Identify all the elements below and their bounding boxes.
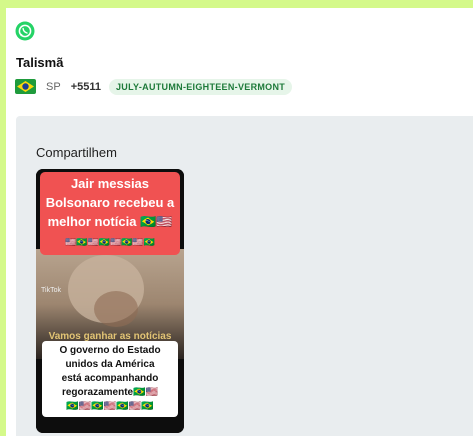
whatsapp-icon	[15, 21, 35, 41]
contact-tag-badge[interactable]: JULY-AUTUMN-EIGHTEEN-VERMONT	[108, 78, 293, 95]
contact-name: Talismã	[16, 55, 64, 70]
message-panel: Talismã SP +5511 JULY-AUTUMN-EIGHTEEN-VE…	[6, 8, 473, 436]
contact-meta: SP +5511 JULY-AUTUMN-EIGHTEEN-VERMONT	[15, 78, 293, 95]
brazil-flag-icon	[15, 79, 36, 94]
video-thumbnail[interactable]: Jair messias Bolsonaro recebeu a melhor …	[36, 169, 184, 433]
headline-line-1: Jair messias	[70, 176, 150, 191]
headline-line-3: melhor notícia 🇧🇷🇺🇸	[47, 214, 173, 229]
contact-phone: +5511	[70, 80, 101, 93]
headline-line-2: Bolsonaro recebeu a	[45, 195, 175, 210]
overlay-line-3: está acompanhando	[61, 373, 159, 384]
video-headline: Jair messias Bolsonaro recebeu a melhor …	[40, 172, 180, 255]
message-caption: Compartilhem	[36, 145, 117, 160]
headline-flags: 🇺🇸🇧🇷🇺🇸🇧🇷🇺🇸🇧🇷🇺🇸🇧🇷	[65, 237, 155, 247]
contact-state: SP	[46, 80, 61, 93]
video-overlay-caption: O governo do Estado unidos da América es…	[42, 341, 178, 417]
tiktok-watermark: TikTok	[41, 287, 61, 294]
overlay-line-2: unidos da América	[65, 359, 155, 370]
message-bubble: Compartilhem Jair messias Bolsonaro rece…	[16, 116, 473, 436]
overlay-line-4: regorazamente🇧🇷🇺🇸	[61, 387, 159, 398]
overlay-line-1: O governo do Estado	[59, 345, 161, 356]
overlay-flags: 🇧🇷🇺🇸🇧🇷🇺🇸🇧🇷🇺🇸🇧🇷	[66, 401, 154, 412]
